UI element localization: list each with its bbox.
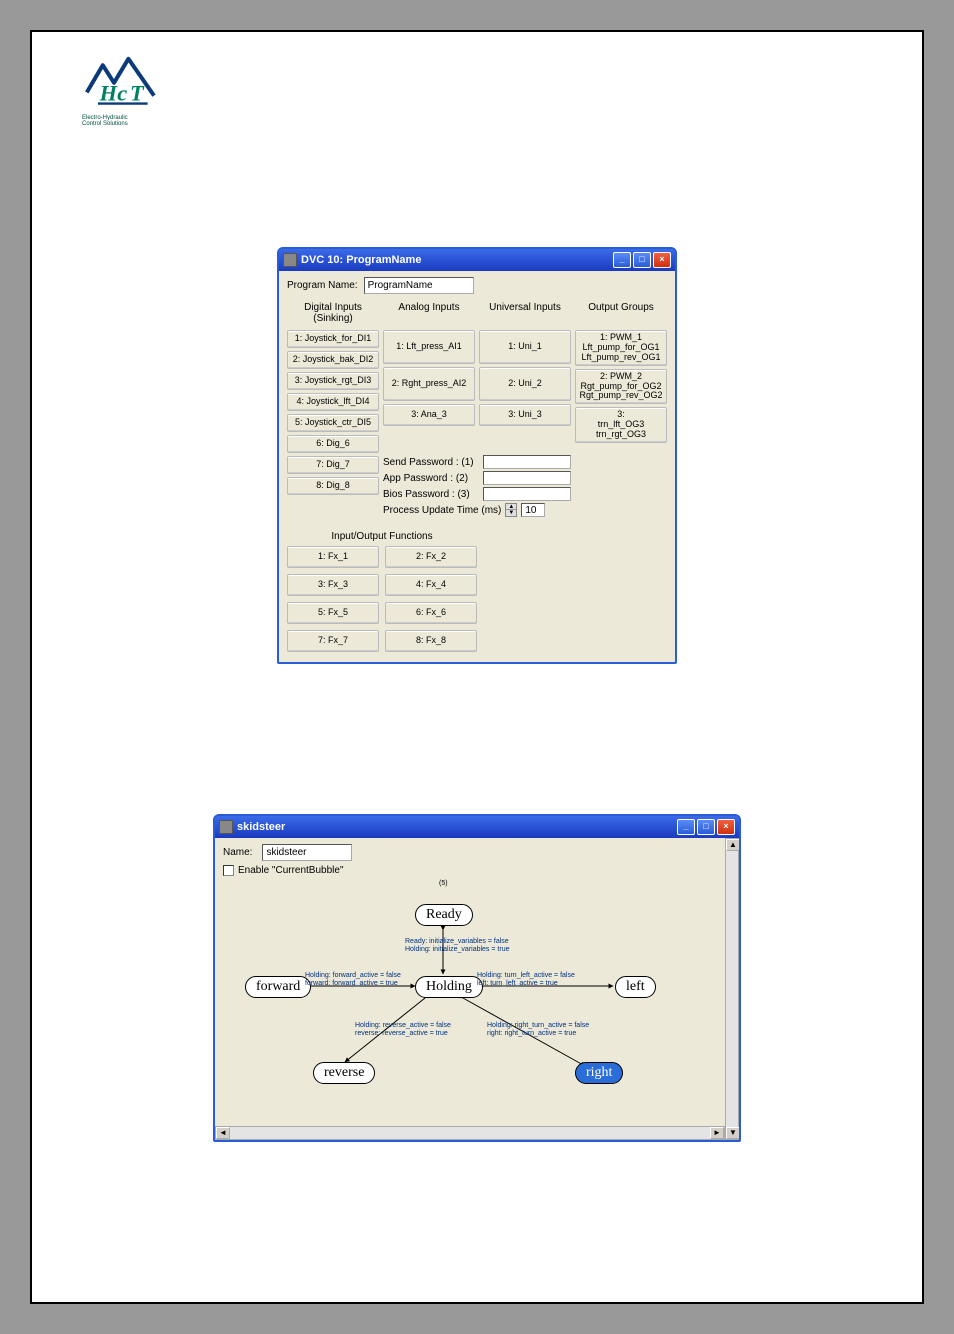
- ss-name-label: Name:: [223, 847, 252, 858]
- close-button[interactable]: ×: [717, 819, 735, 835]
- maximize-button[interactable]: □: [697, 819, 715, 835]
- spin-down-icon[interactable]: ▼: [506, 510, 516, 516]
- iof-header: Input/Output Functions: [287, 531, 477, 542]
- app-icon: [283, 253, 297, 267]
- bubble-forward[interactable]: forward: [245, 976, 311, 998]
- bubble-canvas[interactable]: (5) Ready Holding forward left reverse r…: [215, 876, 725, 1126]
- di-chip[interactable]: 6: Dig_6: [287, 435, 379, 453]
- minimize-button[interactable]: _: [677, 819, 695, 835]
- di-chip[interactable]: 7: Dig_7: [287, 456, 379, 474]
- close-button[interactable]: ×: [653, 252, 671, 268]
- col-head-ui: Universal Inputs: [479, 300, 571, 315]
- send-password-label: Send Password : (1): [383, 457, 479, 468]
- bubble-right[interactable]: right: [575, 1062, 623, 1084]
- og-chip[interactable]: 3: trn_lft_OG3 trn_rgt_OG3: [575, 407, 667, 443]
- trans-left: Holding: turn_left_active = false left: …: [477, 972, 575, 987]
- ui-chip[interactable]: 3: Uni_3: [479, 404, 571, 426]
- trans-reverse: Holding: reverse_active = false reverse:…: [355, 1022, 451, 1037]
- page: H c T Electro-Hydraulic Control Solution…: [30, 30, 924, 1304]
- bubble-reverse[interactable]: reverse: [313, 1062, 375, 1084]
- di-chip[interactable]: 8: Dig_8: [287, 477, 379, 495]
- svg-text:H: H: [99, 80, 118, 105]
- logo-line2: Control Solutions: [82, 121, 162, 127]
- marker-5: (5): [439, 880, 448, 887]
- iof-chip[interactable]: 8: Fx_8: [385, 630, 477, 652]
- trans-ready: Ready: initialize_variables = false Hold…: [405, 938, 509, 953]
- vertical-scrollbar[interactable]: ▲ ▼: [725, 838, 739, 1140]
- ui-chip[interactable]: 1: Uni_1: [479, 330, 571, 364]
- trans-forward: Holding: forward_active = false forward:…: [305, 972, 401, 987]
- process-update-input[interactable]: 10: [521, 503, 545, 517]
- ai-chip[interactable]: 3: Ana_3: [383, 404, 475, 426]
- enable-currentbubble-checkbox[interactable]: [223, 865, 234, 876]
- iof-chip[interactable]: 1: Fx_1: [287, 546, 379, 568]
- scroll-right-icon[interactable]: ►: [710, 1127, 724, 1139]
- bubble-left[interactable]: left: [615, 976, 656, 998]
- di-chip[interactable]: 1: Joystick_for_DI1: [287, 330, 379, 348]
- scroll-left-icon[interactable]: ◄: [216, 1127, 230, 1139]
- minimize-button[interactable]: _: [613, 252, 631, 268]
- bubble-holding[interactable]: Holding: [415, 976, 483, 998]
- skidsteer-window: skidsteer _ □ × Name: skidsteer Enable "…: [213, 814, 741, 1142]
- process-update-label: Process Update Time (ms): [383, 505, 501, 516]
- col-head-ai: Analog Inputs: [383, 300, 475, 315]
- ss-name-input[interactable]: skidsteer: [262, 844, 352, 861]
- dvc-titlebar[interactable]: DVC 10: ProgramName _ □ ×: [279, 249, 675, 271]
- ai-chip[interactable]: 1: Lft_press_AI1: [383, 330, 475, 364]
- trans-right: Holding: right_turn_active = false right…: [487, 1022, 589, 1037]
- og-chip[interactable]: 2: PWM_2 Rgt_pump_for_OG2 Rgt_pump_rev_O…: [575, 369, 667, 405]
- di-chip[interactable]: 3: Joystick_rgt_DI3: [287, 372, 379, 390]
- horizontal-scrollbar[interactable]: ◄ ►: [215, 1126, 725, 1140]
- ui-chip[interactable]: 2: Uni_2: [479, 367, 571, 401]
- iof-chip[interactable]: 3: Fx_3: [287, 574, 379, 596]
- maximize-button[interactable]: □: [633, 252, 651, 268]
- app-icon: [219, 820, 233, 834]
- ai-chip[interactable]: 2: Rght_press_AI2: [383, 367, 475, 401]
- app-password-label: App Password : (2): [383, 473, 479, 484]
- iof-chip[interactable]: 4: Fx_4: [385, 574, 477, 596]
- bios-password-input[interactable]: [483, 487, 571, 501]
- dvc-title: DVC 10: ProgramName: [301, 254, 613, 266]
- iof-chip[interactable]: 7: Fx_7: [287, 630, 379, 652]
- program-name-input[interactable]: ProgramName: [364, 277, 474, 294]
- scroll-down-icon[interactable]: ▼: [726, 1127, 740, 1139]
- scroll-up-icon[interactable]: ▲: [726, 839, 740, 851]
- bios-password-label: Bios Password : (3): [383, 489, 479, 500]
- ss-title: skidsteer: [237, 821, 677, 833]
- send-password-input[interactable]: [483, 455, 571, 469]
- iof-chip[interactable]: 5: Fx_5: [287, 602, 379, 624]
- svg-text:T: T: [130, 80, 145, 105]
- ss-titlebar[interactable]: skidsteer _ □ ×: [215, 816, 739, 838]
- og-chip[interactable]: 1: PWM_1 Lft_pump_for_OG1 Lft_pump_rev_O…: [575, 330, 667, 366]
- process-update-spinner[interactable]: ▲ ▼: [505, 503, 517, 517]
- di-chip[interactable]: 4: Joystick_lft_DI4: [287, 393, 379, 411]
- col-head-di: Digital Inputs (Sinking): [287, 300, 379, 326]
- bubble-ready[interactable]: Ready: [415, 904, 473, 926]
- di-chip[interactable]: 2: Joystick_bak_DI2: [287, 351, 379, 369]
- dvc-client: Program Name: ProgramName Digital Inputs…: [279, 271, 675, 662]
- di-chip[interactable]: 5: Joystick_ctr_DI5: [287, 414, 379, 432]
- iof-chip[interactable]: 2: Fx_2: [385, 546, 477, 568]
- svg-text:c: c: [117, 80, 127, 105]
- col-head-og: Output Groups: [575, 300, 667, 315]
- program-name-label: Program Name:: [287, 280, 358, 291]
- app-password-input[interactable]: [483, 471, 571, 485]
- iof-chip[interactable]: 6: Fx_6: [385, 602, 477, 624]
- logo: H c T Electro-Hydraulic Control Solution…: [82, 52, 162, 127]
- dvc-window: DVC 10: ProgramName _ □ × Program Name: …: [277, 247, 677, 664]
- enable-currentbubble-label: Enable "CurrentBubble": [238, 865, 344, 876]
- hct-logo-icon: H c T: [82, 52, 162, 112]
